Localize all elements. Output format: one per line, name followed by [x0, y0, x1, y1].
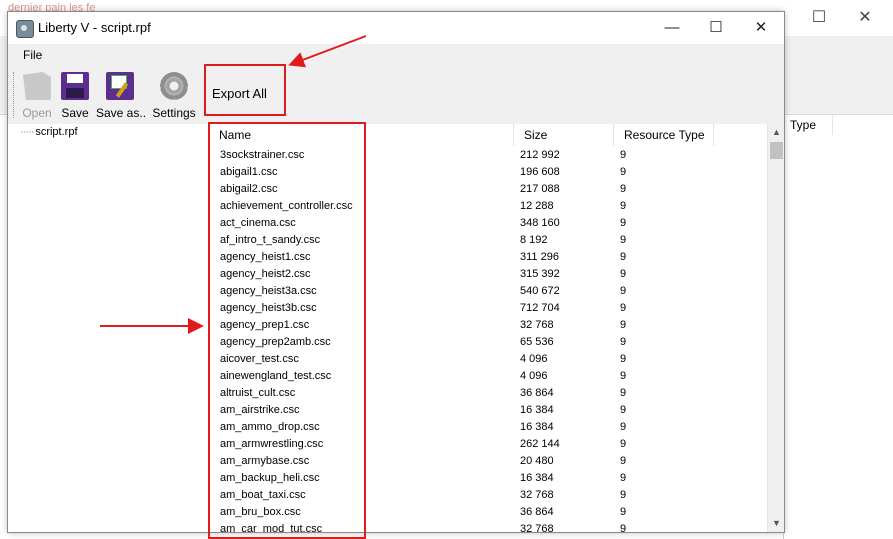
arrow-to-export-all [288, 35, 367, 68]
annotation-arrows [100, 35, 367, 334]
